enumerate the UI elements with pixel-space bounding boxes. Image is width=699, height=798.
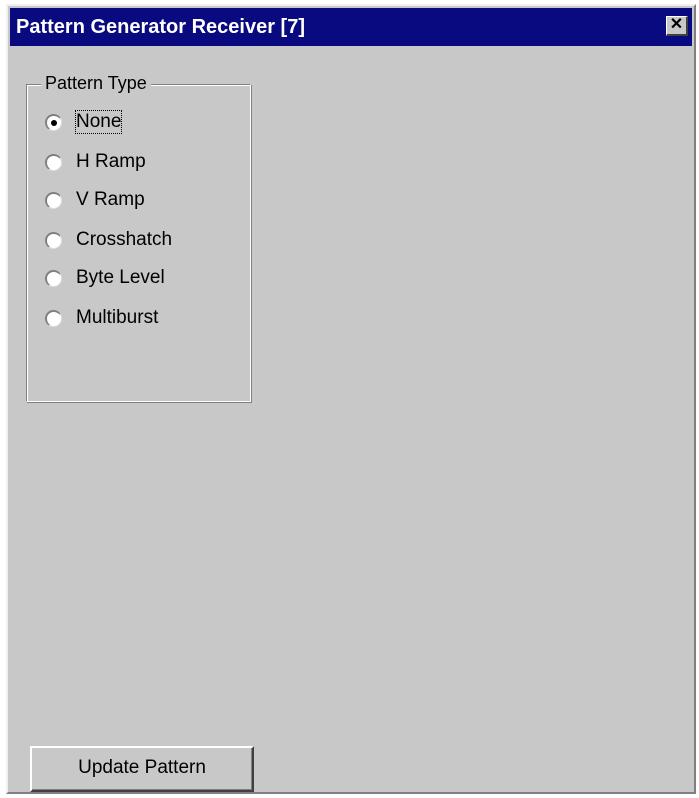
radio-label-h-ramp[interactable]: H Ramp [76,151,146,173]
radio-button-icon[interactable] [45,309,62,327]
radio-label-multiburst[interactable]: Multiburst [76,307,158,329]
radio-option-v-ramp[interactable]: V Ramp [45,187,145,213]
title-bar[interactable]: Pattern Generator Receiver [7] ✕ [10,8,692,46]
pattern-generator-window: Pattern Generator Receiver [7] ✕ Pattern… [6,4,696,794]
pattern-type-group: Pattern Type None H Ramp V Ramp Crosshat… [26,73,251,402]
window-title: Pattern Generator Receiver [7] [16,16,306,38]
radio-button-icon[interactable] [45,191,62,209]
radio-option-none[interactable]: None [45,109,123,135]
close-button[interactable]: ✕ [666,16,688,36]
radio-button-icon[interactable] [45,113,62,131]
radio-label-none[interactable]: None [74,110,123,134]
radio-label-v-ramp[interactable]: V Ramp [76,189,145,211]
radio-option-h-ramp[interactable]: H Ramp [45,149,146,175]
radio-button-icon[interactable] [45,231,62,249]
radio-option-crosshatch[interactable]: Crosshatch [45,227,172,253]
radio-label-crosshatch[interactable]: Crosshatch [76,229,172,251]
update-pattern-button[interactable]: Update Pattern [30,746,254,792]
radio-option-multiburst[interactable]: Multiburst [45,305,158,331]
radio-button-icon[interactable] [45,269,62,287]
radio-label-byte-level[interactable]: Byte Level [76,267,165,289]
pattern-type-legend: Pattern Type [41,73,151,94]
radio-selected-dot [51,119,57,126]
radio-button-icon[interactable] [45,153,62,171]
radio-option-byte-level[interactable]: Byte Level [45,265,165,291]
close-icon: ✕ [669,16,684,33]
